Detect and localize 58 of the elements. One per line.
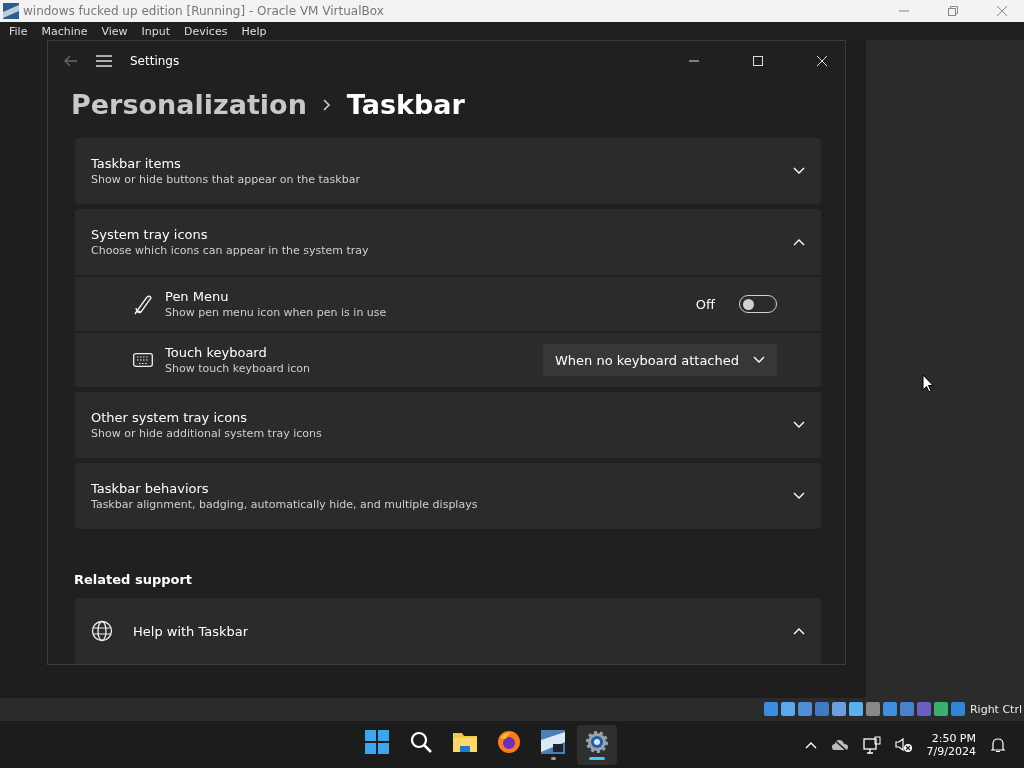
chevron-right-icon bbox=[322, 98, 331, 111]
menu-item[interactable]: Devices bbox=[184, 24, 228, 38]
menu-item[interactable]: View bbox=[101, 24, 128, 38]
card-description: Show or hide additional system tray icons bbox=[91, 427, 323, 440]
chevron-up-icon[interactable] bbox=[793, 627, 805, 635]
taskbar-button[interactable] bbox=[577, 724, 618, 765]
chevron-down-icon[interactable] bbox=[793, 421, 805, 429]
search-icon[interactable] bbox=[409, 729, 434, 754]
breadcrumb-item[interactable]: Personalization bbox=[71, 89, 307, 120]
card-title: Taskbar items bbox=[91, 156, 182, 171]
setting-description: Show pen menu icon when pen is in use bbox=[165, 306, 388, 319]
menu-item[interactable]: File bbox=[9, 24, 28, 38]
card-description: Choose which icons can appear in the system tray bbox=[91, 244, 370, 257]
browser-icon[interactable] bbox=[497, 729, 522, 754]
card-title: Other system tray icons bbox=[91, 410, 249, 425]
menu-icon[interactable] bbox=[96, 55, 112, 67]
menu-item[interactable]: Machine bbox=[41, 24, 88, 38]
chevron-down-icon[interactable] bbox=[793, 167, 805, 175]
chevron-up-icon[interactable] bbox=[793, 238, 805, 246]
card-title: System tray icons bbox=[91, 227, 209, 242]
toggle-state: Off bbox=[695, 296, 715, 312]
maximize-icon[interactable] bbox=[753, 56, 763, 66]
card-title: Taskbar behaviors bbox=[91, 481, 210, 496]
back-icon[interactable] bbox=[64, 55, 78, 67]
setting-title: Pen Menu bbox=[165, 289, 230, 304]
app-icon[interactable] bbox=[541, 729, 566, 754]
globe-icon bbox=[91, 620, 113, 642]
settings-card[interactable]: Help with Taskbar bbox=[75, 598, 821, 664]
mouse-cursor-icon bbox=[922, 374, 934, 393]
setting-title: Touch keyboard bbox=[165, 345, 268, 360]
speaker-muted-icon[interactable] bbox=[894, 736, 913, 753]
settings-title: Settings bbox=[130, 54, 181, 68]
card-title: Help with Taskbar bbox=[133, 623, 250, 639]
menu-item[interactable]: Input bbox=[141, 24, 171, 38]
start-icon[interactable] bbox=[365, 729, 390, 754]
settings-card[interactable]: System tray icons Choose which icons can appear in the system tray bbox=[75, 209, 821, 275]
breadcrumb-item: Taskbar bbox=[346, 89, 465, 120]
window-title: windows fucked up edition [Running] - Oracle VM VirtualBox bbox=[23, 4, 385, 18]
card-description: Taskbar alignment, badging, automatically hide, and multiple displays bbox=[91, 498, 479, 511]
chevron-down-icon[interactable] bbox=[753, 356, 765, 364]
dropdown[interactable]: When no keyboard attached bbox=[543, 344, 777, 376]
chevron-up-icon[interactable] bbox=[804, 740, 817, 749]
settings-card[interactable]: Other system tray icons Show or hide additional system tray icons bbox=[75, 392, 821, 458]
chevron-down-icon[interactable] bbox=[793, 492, 805, 500]
host-key-label: Right Ctrl bbox=[969, 702, 1022, 716]
app-logo-icon bbox=[3, 3, 19, 19]
menu-item[interactable]: Help bbox=[241, 24, 267, 38]
pen-icon bbox=[133, 293, 153, 315]
setting-description: Show touch keyboard icon bbox=[165, 362, 312, 375]
notification-bell-icon[interactable] bbox=[990, 736, 1006, 753]
settings-icon[interactable] bbox=[585, 729, 610, 754]
clock-time[interactable]: 2:50 PM bbox=[931, 731, 976, 745]
card-description: Show or hide buttons that appear on the taskbar bbox=[91, 173, 361, 186]
restore-icon[interactable] bbox=[947, 6, 958, 16]
settings-card[interactable]: Taskbar behaviors Taskbar alignment, badging, automatically hide, and multiple displays bbox=[75, 463, 821, 529]
section-heading: Related support bbox=[74, 572, 194, 587]
settings-card[interactable]: Taskbar items Show or hide buttons that appear on the taskbar bbox=[75, 138, 821, 204]
clock-date[interactable]: 7/9/2024 bbox=[926, 744, 976, 758]
